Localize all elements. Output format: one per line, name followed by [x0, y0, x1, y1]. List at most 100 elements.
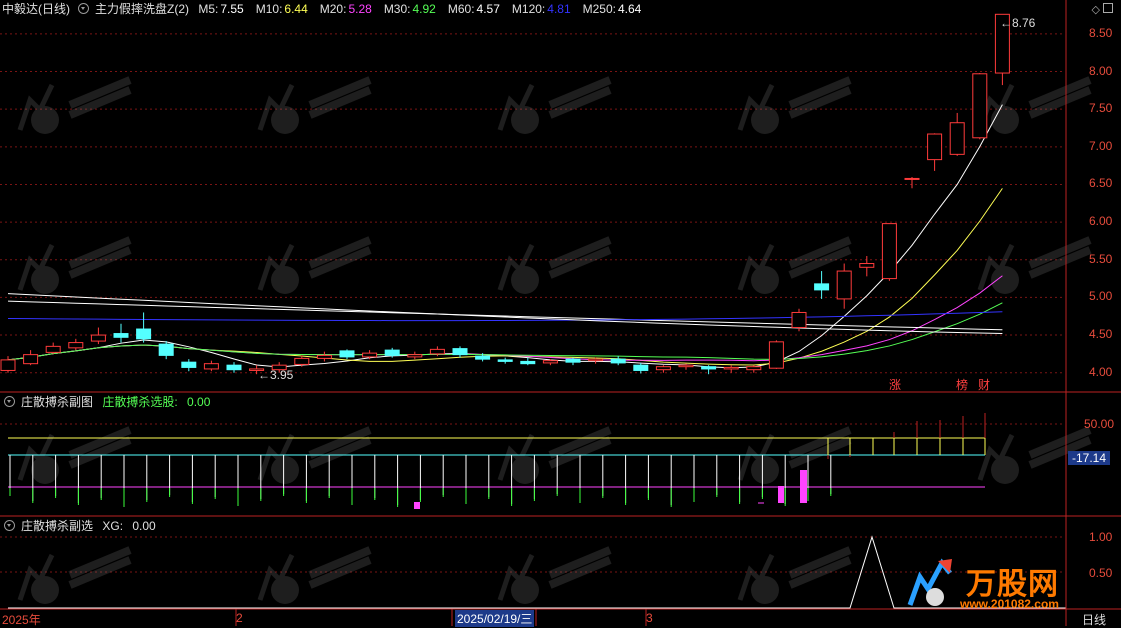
- watermark-text-mark: [308, 546, 372, 589]
- candle-body: [45, 345, 61, 353]
- sub2-axis-1: 1.00: [1089, 530, 1113, 544]
- indicator-dropdown-icon[interactable]: [78, 3, 89, 14]
- window-controls[interactable]: ◇: [1091, 3, 1113, 16]
- watermark-mascot-icon: [271, 576, 299, 604]
- low-price-label: ←3.95: [258, 368, 294, 382]
- price-tick: 6.50: [1089, 176, 1113, 191]
- candle-body: [362, 352, 378, 358]
- candle-body: [497, 359, 513, 362]
- indicator-name[interactable]: 主力假摔洗盘Z(2): [95, 2, 189, 16]
- sub1-dropdown-icon[interactable]: [4, 396, 15, 407]
- ma-value-5: M120: 4.81: [511, 2, 571, 16]
- candle-body: [791, 311, 807, 329]
- candle-body: [588, 358, 604, 362]
- watermark: [737, 546, 852, 604]
- watermark-text-mark: [788, 236, 852, 279]
- brand-logo: 万股网 www.201082.com: [900, 555, 1100, 615]
- watermark-mascot-icon: [991, 106, 1019, 134]
- candle-body: [316, 354, 332, 359]
- candle-body: [90, 334, 106, 342]
- watermark-mascot-icon: [751, 266, 779, 294]
- tag-cai[interactable]: 财: [978, 376, 990, 393]
- high-price-label: ←8.76: [1000, 16, 1036, 30]
- ma-value-2: M20: 5.28: [319, 2, 372, 16]
- chart-canvas: [0, 0, 1121, 626]
- ma-long-line: [7, 293, 1003, 335]
- watermark-text-mark: [548, 546, 612, 589]
- watermark-text-mark: [788, 546, 852, 589]
- sub1-current-value: -17.14: [1068, 451, 1111, 465]
- sub1-value-label: 庄散搏杀选股: 0.00: [102, 395, 211, 409]
- sub2-dropdown-icon[interactable]: [4, 520, 15, 531]
- brand-url: www.201082.com: [960, 597, 1059, 611]
- price-tick: 8.50: [1089, 25, 1113, 40]
- watermark: [17, 76, 132, 134]
- candle-body: [904, 177, 920, 180]
- candle-body: [68, 342, 84, 349]
- watermark: [497, 236, 612, 294]
- watermark: [737, 236, 852, 294]
- watermark-mascot-icon: [511, 576, 539, 604]
- main-chart-header: 中毅达(日线) 主力假摔洗盘Z(2) M5: 7.55 M10: 6.44 M20: 5.2…: [2, 1, 659, 17]
- watermark-mascot-icon: [511, 266, 539, 294]
- ma-line: [7, 275, 1003, 362]
- candle-body: [0, 359, 16, 371]
- candle-body: [746, 366, 762, 371]
- candle-body: [610, 358, 626, 364]
- candle-body: [452, 348, 468, 356]
- sub2-name[interactable]: 庄散搏杀副选: [21, 519, 93, 533]
- candle-body: [565, 358, 581, 363]
- watermark-text-mark: [308, 76, 372, 119]
- watermark: [497, 546, 612, 604]
- candle-body: [927, 133, 943, 161]
- sub1-magenta-block: [414, 502, 420, 509]
- tag-zhang[interactable]: 涨: [889, 376, 901, 393]
- watermark-mascot-icon: [751, 456, 779, 484]
- candle-body: [407, 354, 423, 358]
- watermark-mascot-icon: [31, 456, 59, 484]
- watermark-mascot-icon: [271, 456, 299, 484]
- watermark: [497, 76, 612, 134]
- watermark: [977, 76, 1092, 134]
- ma-value-6: M250: 4.64: [582, 2, 642, 16]
- watermark-mascot-icon: [271, 266, 299, 294]
- watermark-text-mark: [548, 236, 612, 279]
- ma-value-1: M10: 6.44: [255, 2, 308, 16]
- watermark-text-mark: [308, 426, 372, 469]
- timeline-cursor-date: 2025/02/19/三: [455, 610, 535, 627]
- watermark-mascot-icon: [991, 456, 1019, 484]
- sub1-name[interactable]: 庄散搏杀副图: [21, 395, 93, 409]
- sub1-header: 庄散搏杀副图 庄散搏杀选股: 0.00: [2, 394, 222, 410]
- price-tick: 4.00: [1089, 364, 1113, 379]
- watermark-text-mark: [68, 426, 132, 469]
- ma-line: [7, 104, 1003, 369]
- watermark-text-mark: [1028, 76, 1092, 119]
- candle-body: [949, 122, 965, 155]
- candle-body: [429, 348, 445, 355]
- timeline-month-3: 3: [646, 611, 653, 625]
- ma-value-0: M5: 7.55: [198, 2, 244, 16]
- tag-bang[interactable]: 榜: [956, 376, 968, 393]
- price-tick: 4.50: [1089, 327, 1113, 342]
- watermark-text-mark: [308, 236, 372, 279]
- sub1-magenta-block: [800, 470, 807, 503]
- watermark-mascot-icon: [271, 106, 299, 134]
- watermark-mascot-icon: [991, 266, 1019, 294]
- watermark-text-mark: [788, 426, 852, 469]
- candle-body: [384, 349, 400, 356]
- candle-body: [339, 350, 355, 358]
- watermark-text-mark: [68, 546, 132, 589]
- price-tick: 5.00: [1089, 289, 1113, 304]
- stock-name[interactable]: 中毅达(日线): [2, 2, 70, 16]
- watermark-text-mark: [68, 76, 132, 119]
- candle-body: [113, 333, 129, 338]
- watermark: [17, 236, 132, 294]
- watermark: [977, 236, 1092, 294]
- candle-body: [814, 283, 830, 291]
- watermark: [257, 76, 372, 134]
- candle-body: [633, 364, 649, 371]
- watermark-text-mark: [68, 236, 132, 279]
- watermark-mascot-icon: [751, 576, 779, 604]
- candle-body: [723, 366, 739, 370]
- candle-body: [542, 360, 558, 364]
